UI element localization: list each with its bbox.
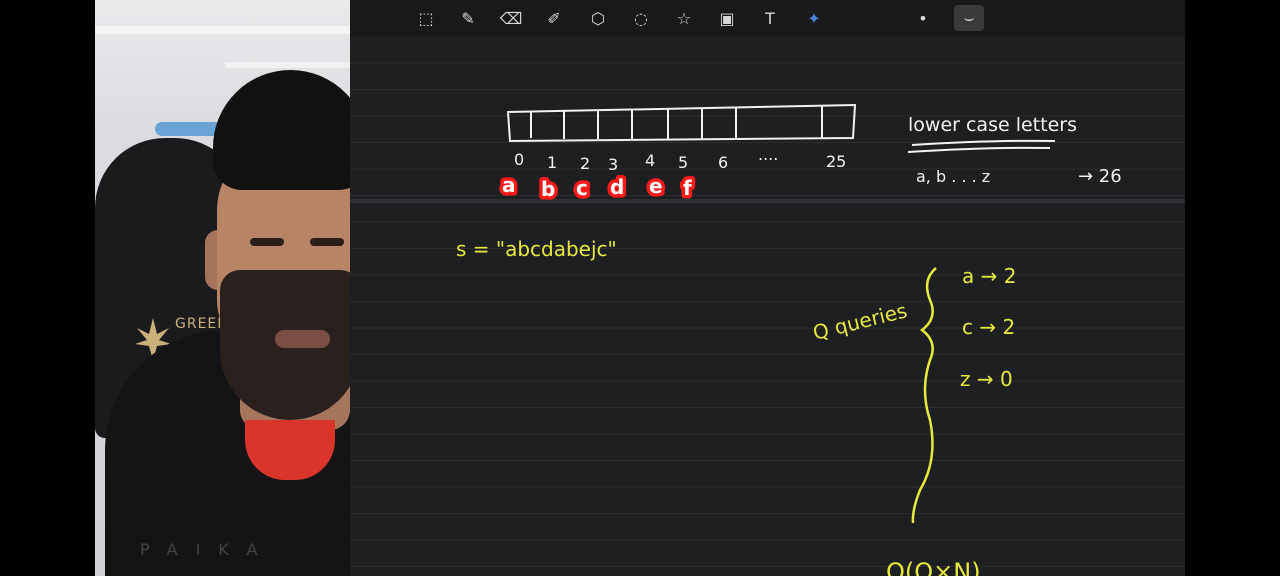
notes-canvas[interactable]: ⬚ ✎ ⌫ ✐ ⬡ ◌ ☆ ▣ T ✦ • ⌣ 0 1 2 3 4 5 6 ..… <box>350 0 1185 576</box>
queries-label: Q queries <box>810 298 909 345</box>
array-index: 5 <box>678 153 688 172</box>
query-row: c → 2 <box>962 315 1015 339</box>
title-underline <box>907 139 1056 153</box>
array-drawing <box>506 103 857 143</box>
presenter-hair <box>213 70 350 190</box>
array-index: .... <box>758 145 778 164</box>
letter-a: a <box>502 173 516 197</box>
array-index: 25 <box>826 152 846 171</box>
background-shelf <box>225 62 350 68</box>
highlighted-letters: a b c d e f <box>499 170 696 205</box>
range-count: → 26 <box>1078 166 1122 187</box>
array-index: 6 <box>718 153 728 172</box>
letter-e: e <box>649 174 663 198</box>
array-index: 4 <box>645 151 655 170</box>
presenter-mouth <box>275 330 330 348</box>
letter-f: f <box>683 176 692 200</box>
presenter-eye <box>250 238 284 246</box>
array-index: 2 <box>580 154 590 173</box>
alphabet-range: a, b . . . z <box>916 167 990 186</box>
hoodie-print: PAIKA <box>140 540 276 559</box>
letter-b: b <box>541 177 555 201</box>
handwritten-notes: 0 1 2 3 4 5 6 .... 25 a b c d e f lower … <box>456 103 1122 576</box>
query-row: a → 2 <box>962 264 1016 288</box>
letter-d: d <box>610 175 624 199</box>
letter-c: c <box>576 176 588 200</box>
lowercase-title: lower case letters <box>908 114 1077 136</box>
complexity-note: O(Q×N) <box>886 558 981 576</box>
curly-brace <box>911 267 937 524</box>
letterbox-left <box>0 0 95 576</box>
background-shelf <box>95 26 350 34</box>
webcam-feed: GREEN PAIKA <box>95 0 350 576</box>
array-index: 1 <box>547 153 557 172</box>
letterbox-right <box>1185 0 1280 576</box>
array-index: 3 <box>608 155 618 174</box>
query-row: z → 0 <box>960 367 1013 391</box>
array-index: 0 <box>514 150 524 169</box>
string-definition: s = "abcdabejc" <box>456 237 617 261</box>
presenter-eye <box>310 238 344 246</box>
